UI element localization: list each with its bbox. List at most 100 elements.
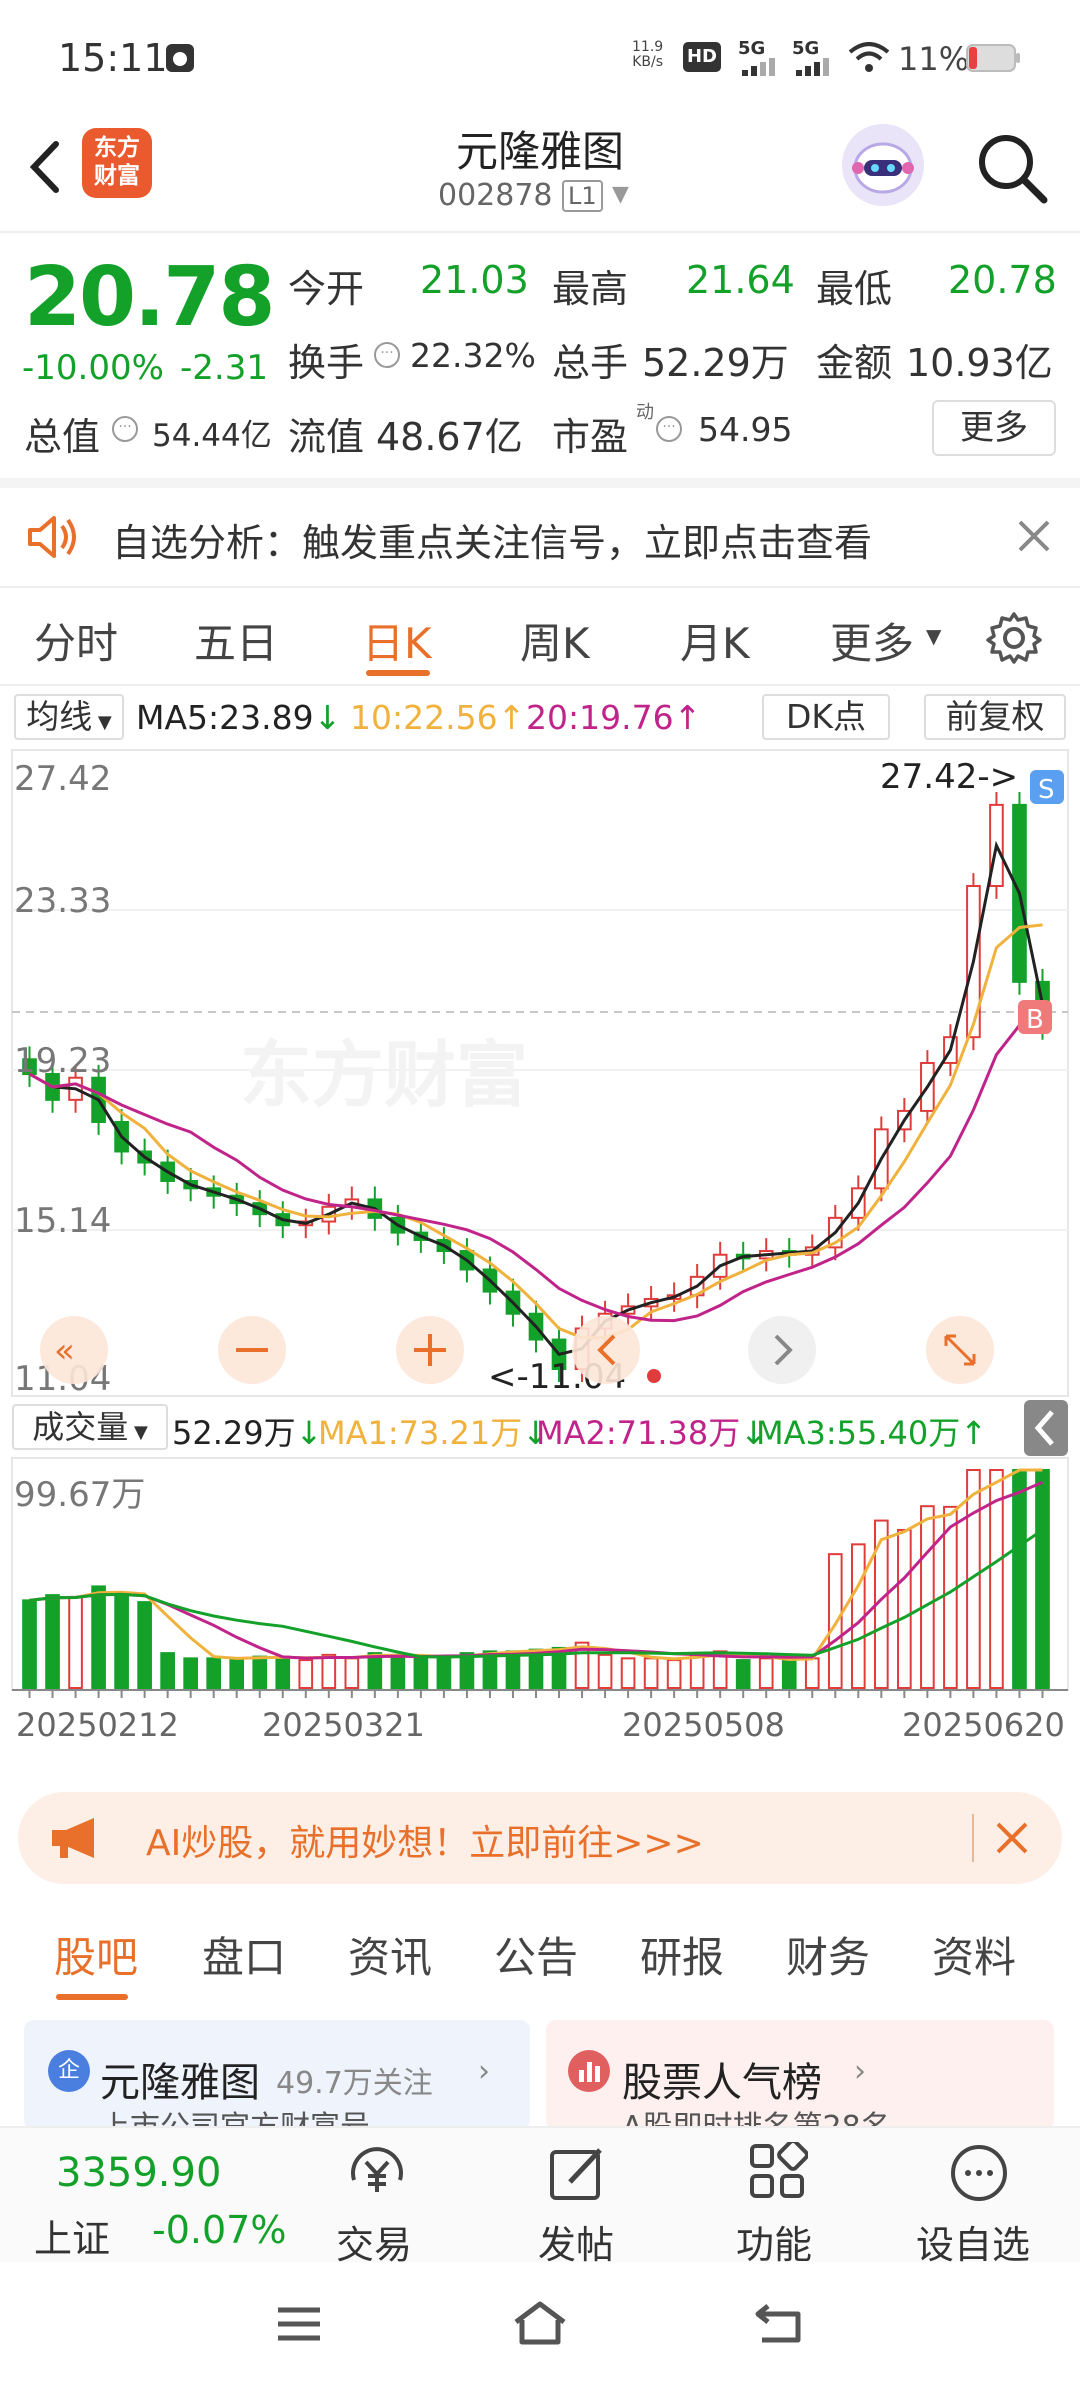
volume-label: 总手 [552,341,629,385]
collapse-panel-button [1024,1400,1068,1456]
candle-body [643,1297,659,1308]
close-icon[interactable] [1016,518,1052,554]
info-dots-icon[interactable]: ··· [374,342,400,368]
index-name: 上证 [34,2217,111,2261]
add-watchlist-button[interactable]: 设自选 [900,2128,1060,2267]
volume-bars-group [22,1469,1050,1690]
info-dots-icon[interactable]: ··· [656,416,682,442]
scroll-right-icon [748,1316,816,1384]
assistant-avatar-icon[interactable] [842,124,924,206]
status-bar: 15:11 11.9 KB/s HD 5G 5G 11% [0,0,1080,110]
post-button[interactable]: 发帖 [510,2128,640,2267]
scroll-left-icon [572,1316,640,1384]
active-tab-indicator [56,1994,128,2000]
volume-bar [827,1553,843,1689]
candle-body [666,1294,682,1300]
volume-bar [689,1652,705,1689]
stock-header: 东方 财富 元隆雅图 002878 L1 ▼ [0,110,1080,232]
candle-body [160,1161,175,1182]
volume-bar [367,1652,383,1689]
float-label: 流值 [288,415,365,459]
tab-announcements[interactable]: 公告 [494,1924,578,1985]
volume-selector[interactable]: 成交量 ▼ [12,1404,168,1450]
candle-body [804,1246,820,1256]
candle-body [183,1179,198,1190]
trade-button[interactable]: 交易 [310,2128,440,2267]
volume-bar [850,1543,866,1690]
candle-body [689,1275,705,1297]
back-nav-icon[interactable] [752,2300,806,2346]
tab-finance[interactable]: 财务 [786,1924,870,1985]
candle-body [68,1076,83,1101]
index-ticker[interactable]: 3359.90 上证 -0.07% [0,2128,290,2262]
tab-guba[interactable]: 股吧 [54,1924,138,1985]
last-price: 20.78 [24,250,275,345]
adjust-selector[interactable]: 前复权 [924,694,1066,740]
volume-bar [459,1652,475,1689]
chart-controls: « [40,1316,994,1384]
volume-bar [574,1641,590,1690]
min-price-marker: <-11.04 [488,1357,626,1397]
popularity-rank-card[interactable]: 股票人气榜 › A股即时排名第28名 [546,2020,1054,2145]
candle-body [275,1213,291,1227]
candle-body [367,1198,383,1219]
tab-news[interactable]: 资讯 [348,1924,432,1985]
candle-body [482,1268,498,1293]
volume-bar [45,1594,60,1689]
chevron-down-icon[interactable]: ▼ [612,182,629,207]
tab-more[interactable]: 更多 [830,610,914,671]
volume-bar [344,1657,360,1690]
tab-weekly-k[interactable]: 周K [520,610,590,671]
bottom-toolbar: 3359.90 上证 -0.07% 交易 发帖 功能 设自选 [0,2126,1080,2267]
tab-profile[interactable]: 资料 [932,1924,1016,1985]
volume-bar [758,1657,774,1690]
tab-orderbook[interactable]: 盘口 [202,1924,286,1985]
volume-value: 52.29万 [642,341,789,385]
tab-daily-k[interactable]: 日K [362,610,432,671]
candle-body [781,1250,797,1256]
function-button[interactable]: 功能 [710,2128,840,2267]
svg-text:东方财富: 东方财富 [240,1033,528,1117]
tab-research[interactable]: 研报 [640,1924,724,1985]
volume-bar [436,1655,452,1690]
home-icon[interactable] [510,2298,570,2348]
search-icon[interactable] [972,128,1052,208]
candle-body [712,1253,728,1278]
close-icon[interactable] [994,1820,1030,1856]
enterprise-badge-icon: 企 [48,2050,90,2092]
y-tick-label: 15.14 [14,1201,111,1241]
ai-ad-banner[interactable]: AI炒股，就用妙想！立即前往>>> [18,1792,1062,1884]
official-account-card[interactable]: 企 元隆雅图 49.7万关注 › 上市公司官方财富号 [24,2020,530,2145]
candle-body [989,803,1004,887]
vol-ma2: MA2:71.38万↓ [536,1414,768,1452]
gear-icon[interactable] [986,610,1042,666]
volume-bar [183,1657,198,1690]
price-change: -2.31 [180,348,268,388]
candle-body [943,1036,958,1064]
sell-marker: S [1030,770,1064,805]
tab-monthly-k[interactable]: 月K [680,610,750,671]
notice-bar[interactable]: 自选分析：触发重点关注信号，立即点击查看 [0,488,1080,586]
megaphone-icon [52,1818,94,1858]
candle-body [597,1312,613,1330]
candle-body [459,1250,475,1271]
ma20-value: 20:19.76↑ [526,698,702,737]
volume-bar [735,1659,751,1689]
tab-intraday[interactable]: 分时 [34,610,118,671]
volume-bar [206,1657,222,1690]
rank-chart-icon [568,2050,610,2092]
status-time: 15:11 [58,36,168,80]
info-dots-icon[interactable]: ··· [112,416,138,442]
ma5-value: MA5:23.89↓ [136,698,342,737]
menu-icon[interactable] [274,2304,324,2344]
chevron-down-icon[interactable]: ▼ [926,624,941,648]
x-tick-label: 20250620 [902,1706,1065,1744]
indicator-selector[interactable]: 均线 ▼ [14,694,124,740]
volume-bar [666,1659,682,1689]
tab-five-day[interactable]: 五日 [194,610,278,671]
level-badge[interactable]: L1 [562,180,603,212]
add-watchlist-icon [951,2145,1007,2201]
more-button[interactable]: 更多 [932,400,1056,456]
zoom-out-icon [218,1316,286,1384]
dk-point-toggle[interactable]: DK点 [762,694,890,740]
